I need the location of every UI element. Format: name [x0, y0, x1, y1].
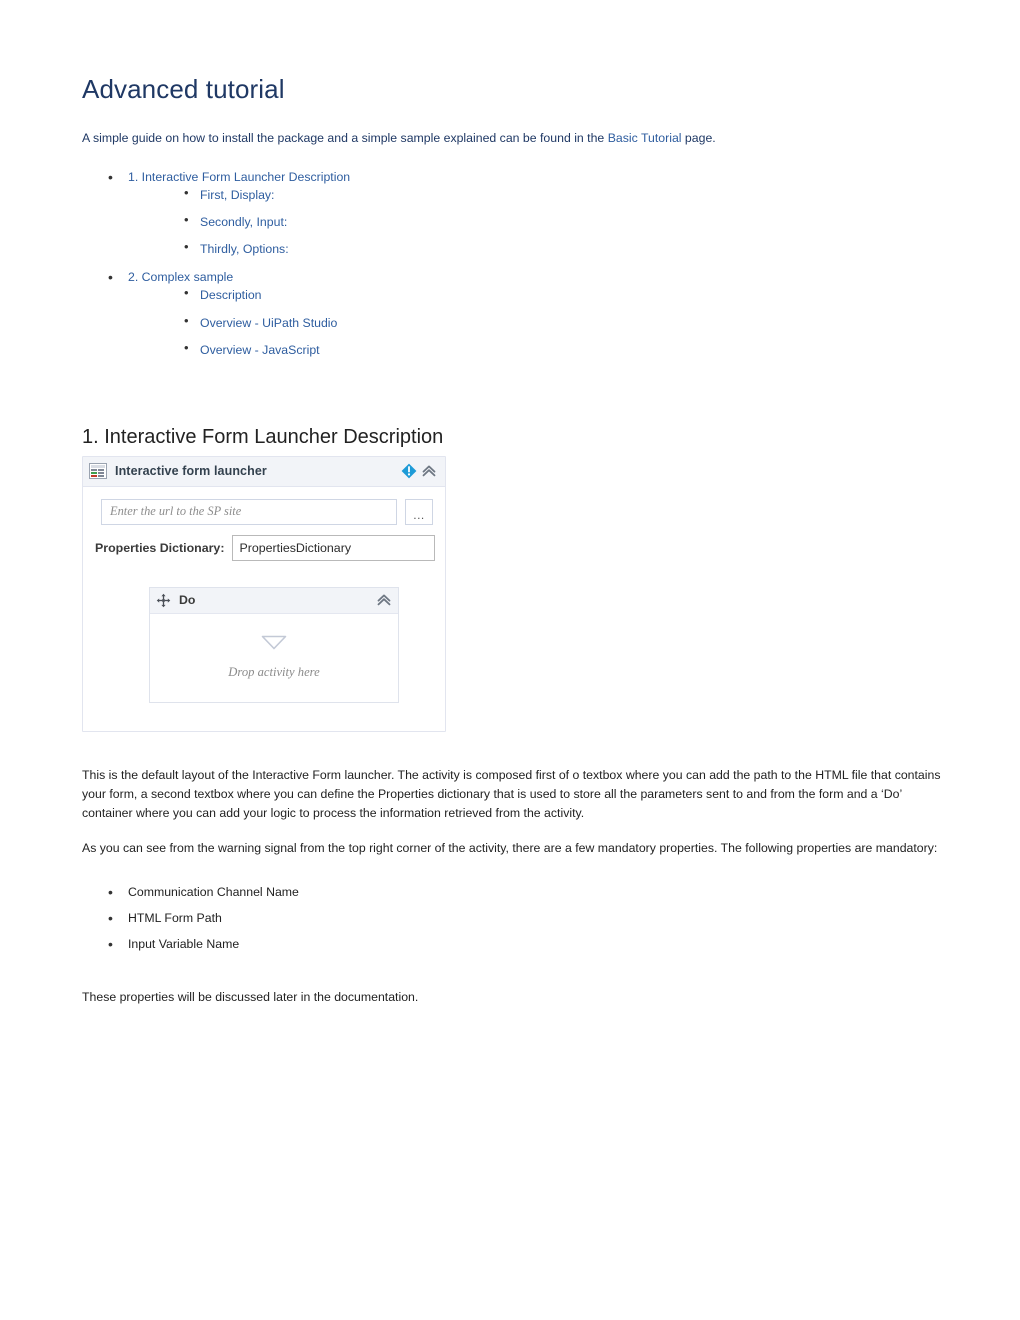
do-container-header: Do [150, 587, 398, 614]
do-container-title: Do [179, 593, 196, 608]
toc-sublist-1: First, Display: Secondly, Input: Thirdly… [128, 185, 942, 259]
drop-triangle-icon [261, 635, 287, 655]
basic-tutorial-link[interactable]: Basic Tutorial [608, 131, 682, 145]
toc-link-first-display[interactable]: First, Display: [200, 187, 942, 204]
interactive-form-launcher-activity[interactable]: Interactive form launcher Enter the url … [82, 455, 446, 732]
toc-subitem-first-display[interactable]: First, Display: [184, 185, 942, 204]
toc-link-description[interactable]: Description [200, 287, 942, 304]
intro-text-after: page. [681, 131, 716, 146]
properties-dictionary-value: PropertiesDictionary [239, 540, 352, 555]
do-container[interactable]: Do Drop activity here [149, 586, 399, 703]
toc-link-secondly-input[interactable]: Secondly, Input: [200, 214, 942, 231]
list-item: HTML Form Path [106, 908, 942, 928]
section-heading-interactive-form-launcher: 1. Interactive Form Launcher Description [82, 425, 444, 448]
activity-title: Interactive form launcher [115, 464, 267, 479]
properties-dictionary-input[interactable]: PropertiesDictionary [232, 534, 435, 561]
move-arrows-icon [156, 593, 171, 608]
paragraph-default-layout: This is the default layout of the Intera… [82, 767, 941, 821]
toc-subitem-secondly-input[interactable]: Secondly, Input: [184, 212, 942, 231]
do-container-dropzone[interactable]: Drop activity here [150, 613, 398, 702]
list-item: Input Variable Name [106, 934, 942, 954]
properties-dictionary-label: Properties Dictionary: [95, 540, 225, 555]
toc-link-thirdly-options[interactable]: Thirdly, Options: [200, 241, 942, 258]
toc-link-complex-sample[interactable]: 2. Complex sample [128, 268, 942, 287]
paragraph-discussed-later: These properties will be discussed later… [82, 989, 419, 1004]
sp-site-url-placeholder: Enter the url to the SP site [110, 504, 242, 519]
spacer-before-properties-list [82, 874, 942, 884]
activity-screenshot-figure: Interactive form launcher Enter the url … [82, 455, 446, 732]
browse-ellipsis-button[interactable]: ... [405, 498, 433, 525]
page-title: Advanced tutorial [82, 74, 285, 104]
collapse-double-chevron-up-icon[interactable] [421, 463, 437, 479]
mandatory-properties-list: Communication Channel Name HTML Form Pat… [82, 882, 942, 954]
sp-site-url-input[interactable]: Enter the url to the SP site [101, 498, 397, 525]
toc-sublist-2: Description Overview - UiPath Studio Ove… [128, 285, 942, 359]
document-page: Advanced tutorial A simple guide on how … [0, 0, 1020, 1320]
warning-exclamation-icon[interactable] [401, 463, 417, 479]
paragraph-warning-signal: As you can see from the warning signal f… [82, 841, 938, 856]
spacer-after-toc-2 [82, 397, 942, 425]
activity-header-icons [401, 463, 437, 479]
toc-link-overview-uipath-studio[interactable]: Overview - UiPath Studio [200, 315, 942, 332]
table-of-contents: 1. Interactive Form Launcher Description… [82, 167, 942, 359]
do-collapse-double-chevron-up-icon[interactable] [376, 592, 392, 608]
toc-subitem-description[interactable]: Description [184, 285, 942, 304]
toc-subitem-thirdly-options[interactable]: Thirdly, Options: [184, 239, 942, 258]
url-row: Enter the url to the SP site ... [93, 498, 435, 525]
toc-item-1[interactable]: 1. Interactive Form Launcher Description… [106, 167, 942, 259]
form-launcher-icon [89, 463, 107, 480]
intro-text-before: A simple guide on how to install the pac… [82, 131, 608, 146]
properties-dictionary-row: Properties Dictionary: PropertiesDiction… [93, 534, 435, 561]
intro-paragraph: A simple guide on how to install the pac… [82, 129, 942, 147]
spacer-after-toc [82, 369, 942, 397]
spacer-after-properties-list [82, 970, 942, 988]
toc-item-2[interactable]: 2. Complex sample Description Overview -… [106, 267, 942, 359]
activity-header: Interactive form launcher [83, 456, 445, 487]
toc-link-overview-javascript[interactable]: Overview - JavaScript [200, 342, 942, 359]
toc-subitem-overview-uipath-studio[interactable]: Overview - UiPath Studio [184, 313, 942, 332]
do-container-wrapper: Do Drop activity here [149, 586, 399, 703]
document-content: Advanced tutorial A simple guide on how … [82, 74, 942, 1023]
activity-body: Enter the url to the SP site ... Propert… [83, 486, 445, 731]
toc-subitem-overview-javascript[interactable]: Overview - JavaScript [184, 340, 942, 359]
list-item: Communication Channel Name [106, 882, 942, 902]
toc-link-interactive-form-launcher-description[interactable]: 1. Interactive Form Launcher Description [128, 168, 942, 187]
drop-activity-here-label: Drop activity here [228, 665, 320, 680]
